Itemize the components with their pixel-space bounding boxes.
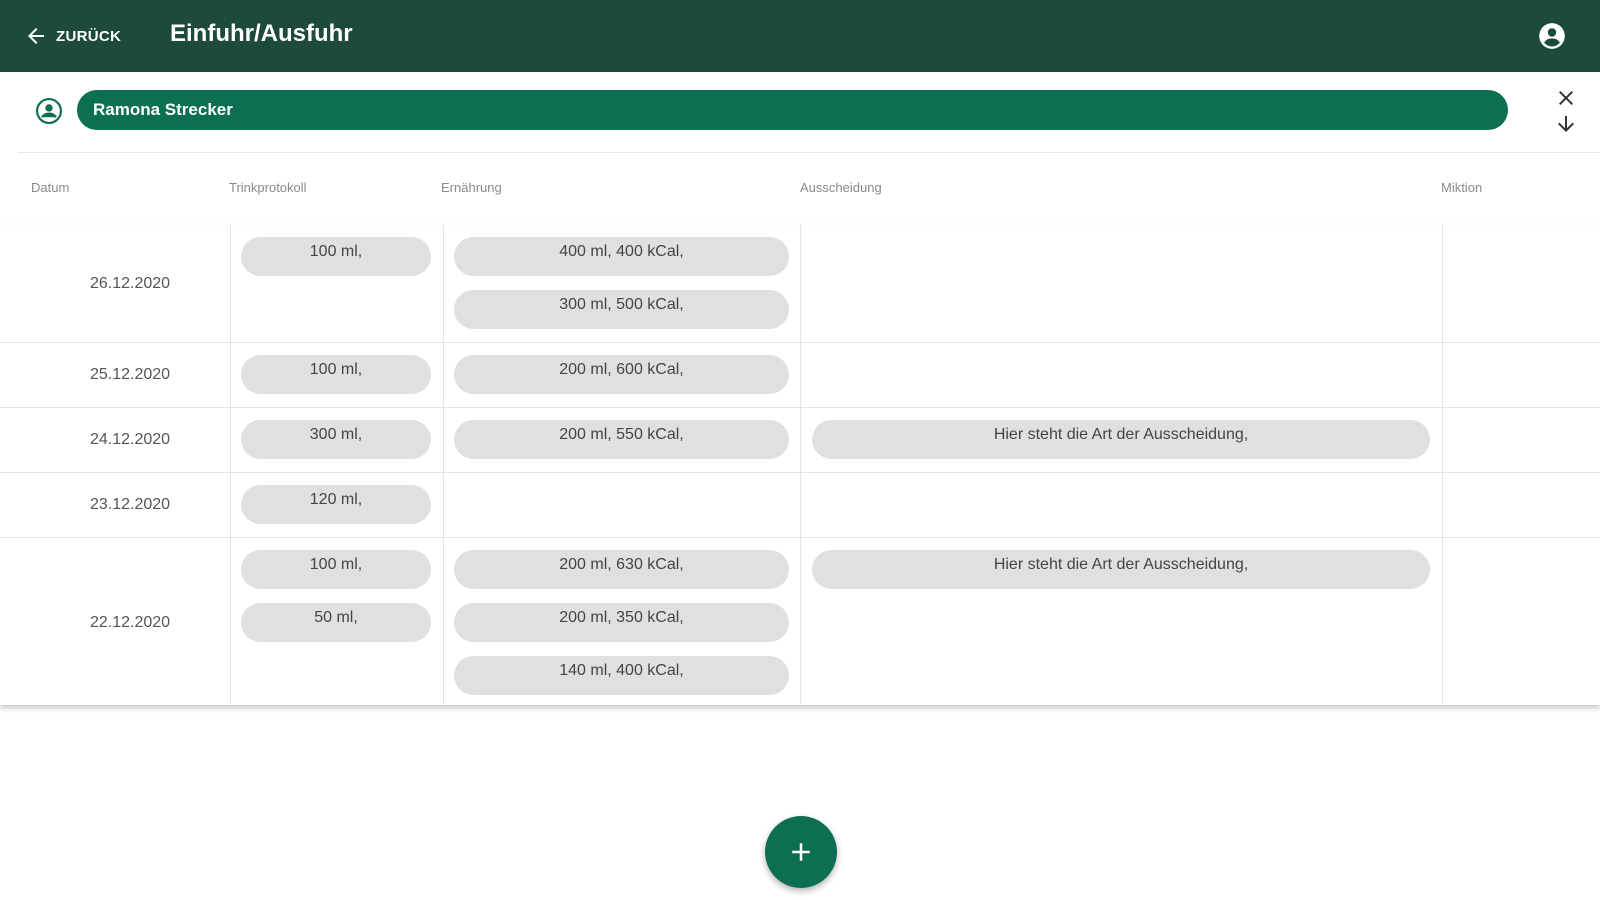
ernaehrung-chip[interactable]: 200 ml, 630 kCal, <box>454 550 789 589</box>
ernaehrung-chip[interactable]: 200 ml, 600 kCal, <box>454 355 789 394</box>
app-bar: ZURÜCK Einfuhr/Ausfuhr <box>0 0 1600 72</box>
patient-name-chip[interactable]: Ramona Strecker <box>77 90 1508 130</box>
ernaehrung-chip[interactable]: 300 ml, 500 kCal, <box>454 290 789 329</box>
person-icon <box>36 98 62 124</box>
back-button[interactable]: ZURÜCK <box>24 22 121 50</box>
trinkprotokoll-chip[interactable]: 300 ml, <box>241 420 431 459</box>
patient-selector: Ramona Strecker <box>0 72 1600 152</box>
trinkprotokoll-chip[interactable]: 100 ml, <box>241 550 431 589</box>
row-date: 24.12.2020 <box>89 431 171 448</box>
trinkprotokoll-chip[interactable]: 100 ml, <box>241 237 431 276</box>
table-row: 23.12.2020 120 ml, <box>0 473 1600 538</box>
table-row: 26.12.2020 100 ml, 400 ml, 400 kCal, 300 ml… <box>0 225 1600 343</box>
close-icon[interactable] <box>1554 86 1578 110</box>
ausscheidung-chip[interactable]: Hier steht die Art der Ausscheidung, <box>812 550 1430 589</box>
header-ernaehrung: Ernährung <box>441 180 502 195</box>
table-row: 22.12.2020 100 ml, 50 ml, 200 ml, 630 kCal,… <box>0 538 1600 709</box>
row-date: 22.12.2020 <box>89 614 171 631</box>
ernaehrung-chip[interactable]: 200 ml, 550 kCal, <box>454 420 789 459</box>
trinkprotokoll-chip[interactable]: 120 ml, <box>241 485 431 524</box>
row-date: 26.12.2020 <box>89 274 171 292</box>
arrow-left-icon <box>28 28 44 44</box>
ernaehrung-chip[interactable]: 140 ml, 400 kCal, <box>454 656 789 695</box>
arrow-down-icon[interactable] <box>1554 112 1578 136</box>
ausscheidung-chip[interactable]: Hier steht die Art der Ausscheidung, <box>812 420 1430 459</box>
header-trinkprotokoll: Trinkprotokoll <box>229 180 307 195</box>
row-date: 25.12.2020 <box>89 366 171 383</box>
add-entry-button[interactable] <box>765 816 837 888</box>
back-button-label: ZURÜCK <box>56 27 122 45</box>
page-title: Einfuhr/Ausfuhr <box>170 20 353 47</box>
account-circle-icon[interactable] <box>1538 22 1566 50</box>
ernaehrung-chip[interactable]: 400 ml, 400 kCal, <box>454 237 789 276</box>
row-date: 23.12.2020 <box>89 496 171 513</box>
trinkprotokoll-chip[interactable]: 50 ml, <box>241 603 431 642</box>
table-header: Datum Trinkprotokoll Ernährung Ausscheid… <box>0 153 1600 225</box>
table-row: 25.12.2020 100 ml, 200 ml, 600 kCal, <box>0 343 1600 408</box>
header-ausscheidung: Ausscheidung <box>800 180 882 195</box>
plus-icon <box>792 843 810 861</box>
trinkprotokoll-chip[interactable]: 100 ml, <box>241 355 431 394</box>
ernaehrung-chip[interactable]: 200 ml, 350 kCal, <box>454 603 789 642</box>
header-datum: Datum <box>31 180 70 195</box>
table-row: 24.12.2020 300 ml, 200 ml, 550 kCal, Hier s… <box>0 408 1600 473</box>
header-miktion: Miktion <box>1441 180 1483 195</box>
